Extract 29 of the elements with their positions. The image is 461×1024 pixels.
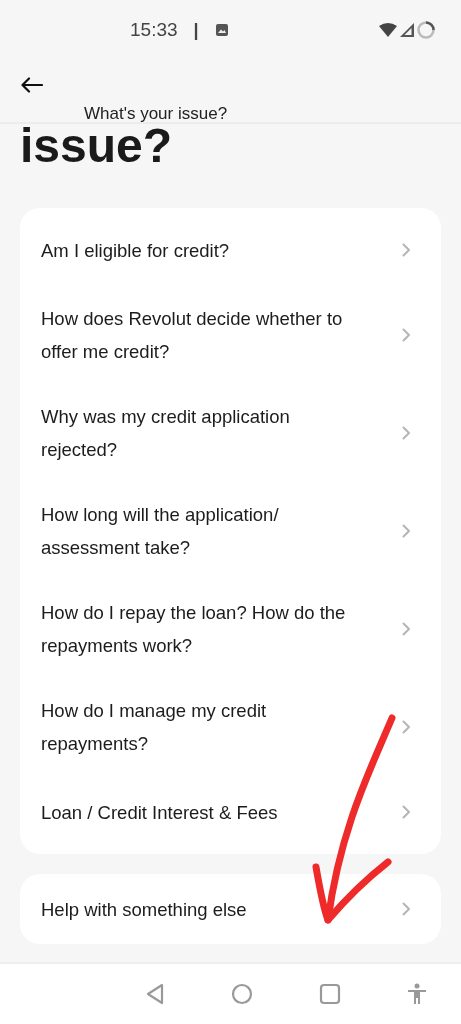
page-heading: issue? xyxy=(19,124,174,170)
question-item[interactable]: Loan / Credit Interest & Fees xyxy=(20,776,441,848)
back-nav-icon[interactable] xyxy=(145,983,165,1005)
chevron-icon xyxy=(402,328,411,342)
chevron-icon xyxy=(402,720,411,734)
signal-icon xyxy=(400,23,414,37)
question-item[interactable]: How do I repay the loan? How do the repayments work? xyxy=(20,580,441,678)
question-item[interactable]: Why was my credit application rejected? xyxy=(20,384,441,482)
help-item[interactable]: Help with something else xyxy=(20,874,441,944)
chevron-icon xyxy=(402,902,411,916)
header-title: What's your issue? xyxy=(84,104,228,124)
question-item[interactable]: How long will the application/ assessment take? xyxy=(20,482,441,580)
recents-nav-icon[interactable] xyxy=(319,983,341,1005)
question-item[interactable]: Am I eligible for credit? xyxy=(20,214,441,286)
status-time: 15:33 xyxy=(130,19,178,41)
wifi-icon xyxy=(379,23,397,37)
question-item[interactable]: How do I manage my credit repayments? xyxy=(20,678,441,776)
question-item[interactable]: How does Revolut decide whether to offer me credit? xyxy=(20,286,441,384)
home-nav-icon[interactable] xyxy=(231,983,253,1005)
image-icon xyxy=(214,23,229,37)
chevron-icon xyxy=(402,805,411,819)
chevron-icon xyxy=(402,622,411,636)
chevron-icon xyxy=(402,524,411,538)
status-separator: | xyxy=(193,19,199,41)
chevron-icon xyxy=(402,426,411,440)
battery-icon xyxy=(417,21,435,39)
chevron-icon xyxy=(402,243,411,257)
back-icon[interactable] xyxy=(21,77,43,93)
accessibility-icon[interactable] xyxy=(407,983,427,1005)
